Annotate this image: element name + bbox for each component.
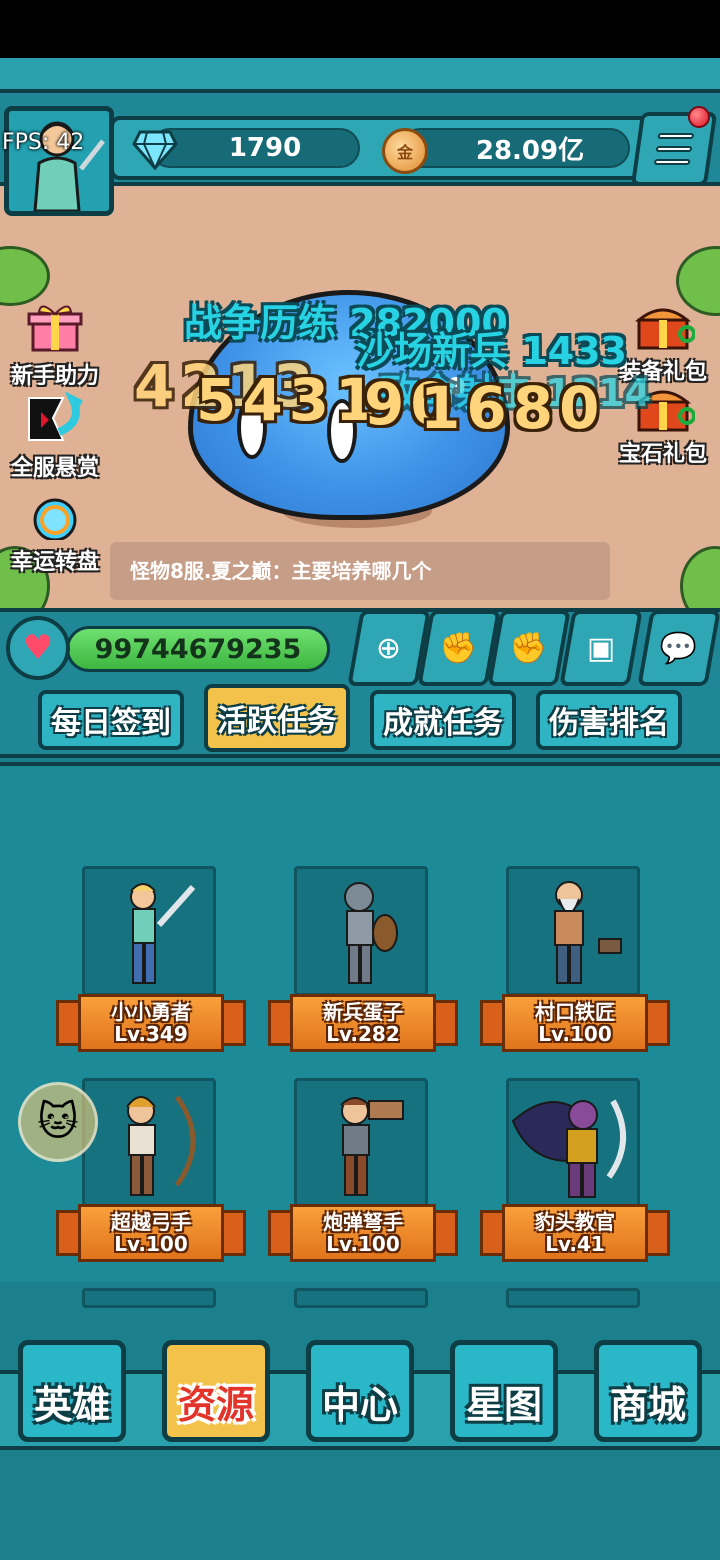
side-label: 新手助力 xyxy=(10,364,99,389)
heart-icon: ♥ xyxy=(6,616,70,680)
cat-pet-icon: 🐱 xyxy=(37,1099,79,1145)
hero-level: Lv.100 xyxy=(326,1232,400,1256)
nav-shop[interactable]: 商城 xyxy=(594,1340,702,1442)
tab-achievements[interactable]: 成就任务 xyxy=(370,690,516,750)
menu-line-icon xyxy=(653,159,691,165)
newbie-help-button[interactable]: 新手助力 xyxy=(0,302,110,390)
fps-counter: FPS: 42 xyxy=(2,130,85,155)
gift-icon xyxy=(27,305,83,352)
hero-name: 超越弓手 xyxy=(111,1210,191,1234)
nav-label: 商城 xyxy=(609,1383,686,1427)
nav-label: 星图 xyxy=(465,1383,542,1427)
gem-count: 1790 xyxy=(228,133,302,163)
player-avatar[interactable] xyxy=(4,106,114,216)
hero-sprite-icon xyxy=(126,1095,196,1196)
nav-label: 资源 xyxy=(177,1383,254,1427)
nav-star-map[interactable]: 星图 xyxy=(450,1340,558,1442)
hero-sprite-icon xyxy=(340,1097,404,1196)
chat-bubble-icon: 💬 xyxy=(660,630,698,666)
nav-center[interactable]: 中心 xyxy=(306,1340,414,1442)
chat-button[interactable]: 💬 xyxy=(637,610,720,686)
hero-name: 村口铁匠 xyxy=(535,1000,615,1024)
nav-label: 英雄 xyxy=(33,1383,110,1427)
damage-number: 5431 xyxy=(196,366,382,434)
hero-sprite-icon xyxy=(344,882,398,984)
hero-card-partial[interactable] xyxy=(294,1288,428,1308)
gold-counter: 28.09亿 xyxy=(400,128,630,168)
hero-level: Lv.41 xyxy=(545,1232,605,1256)
hero-name: 炮弹弩手 xyxy=(323,1210,403,1234)
damage-number: 1680 xyxy=(420,374,606,442)
tab-active-tasks[interactable]: 活跃任务 xyxy=(204,684,350,752)
lucky-wheel-button[interactable]: 幸运转盘 xyxy=(0,494,110,576)
hero-card-archer[interactable] xyxy=(82,1078,216,1208)
hero-ribbon: 豹头教官 Lv.41 xyxy=(480,1204,670,1262)
hero-level: Lv.100 xyxy=(114,1232,188,1256)
gem-counter: 1790 xyxy=(150,128,360,168)
tab-damage-ranking[interactable]: 伤害排名 xyxy=(536,690,682,750)
hero-ribbon: 超越弓手 Lv.100 xyxy=(56,1204,246,1262)
top-frame xyxy=(0,58,720,93)
coin-plus-icon: ⊕ xyxy=(376,630,402,666)
side-label: 幸运转盘 xyxy=(10,550,99,575)
hero-ribbon: 炮弹弩手 Lv.100 xyxy=(268,1204,458,1262)
hero-level: Lv.349 xyxy=(114,1022,188,1046)
fist-button[interactable]: ✊ xyxy=(487,610,571,686)
fist-plus-icon: ✊ xyxy=(440,630,478,666)
gold-count: 28.09亿 xyxy=(475,135,585,166)
chest-icon xyxy=(634,308,696,350)
hero-level: Lv.282 xyxy=(326,1022,400,1046)
floating-pet-button[interactable]: 🐱 xyxy=(18,1082,98,1162)
hero-name: 新兵蛋子 xyxy=(323,1000,403,1024)
nav-heroes[interactable]: 英雄 xyxy=(18,1340,126,1442)
hero-name: 小小勇者 xyxy=(111,1000,191,1024)
hp-bar: 99744679235 xyxy=(66,626,330,672)
bush-decoration xyxy=(0,246,50,306)
hero-sprite-icon xyxy=(130,883,196,984)
server-bounty-button[interactable]: 全服悬赏 xyxy=(0,391,110,482)
hero-card-partial[interactable] xyxy=(82,1288,216,1308)
hero-sprite-icon xyxy=(554,881,622,984)
hero-level: Lv.100 xyxy=(538,1022,612,1046)
menu-line-icon xyxy=(657,133,695,139)
add-chest-button[interactable]: ▣ xyxy=(559,610,643,686)
hero-sprite-icon xyxy=(511,1099,626,1198)
hero-card-leopard[interactable] xyxy=(506,1078,640,1208)
nav-resources[interactable]: 资源 xyxy=(162,1340,270,1442)
hero-card-blacksmith[interactable] xyxy=(506,866,640,996)
coin-icon: 金 xyxy=(382,128,428,174)
nav-label: 中心 xyxy=(321,1383,398,1427)
menu-line-icon xyxy=(655,146,693,152)
side-label: 宝石礼包 xyxy=(618,442,707,467)
hero-ribbon: 村口铁匠 Lv.100 xyxy=(480,994,670,1052)
diamond-icon xyxy=(132,130,178,171)
side-label: 全服悬赏 xyxy=(10,456,99,481)
fist-icon: ✊ xyxy=(510,630,548,666)
hero-card-crossbow[interactable] xyxy=(294,1078,428,1208)
hero-card-brave[interactable] xyxy=(82,866,216,996)
chat-ticker[interactable]: 怪物8服.夏之巅：主要培养哪几个 xyxy=(110,542,610,600)
hero-card-partial[interactable] xyxy=(506,1288,640,1308)
hero-ribbon: 小小勇者 Lv.349 xyxy=(56,994,246,1052)
hero-portrait-icon xyxy=(9,111,109,211)
tab-daily-signin[interactable]: 每日签到 xyxy=(38,690,184,750)
bottom-background xyxy=(0,1450,720,1560)
chest-plus-icon: ▣ xyxy=(586,630,616,666)
hero-name: 豹头教官 xyxy=(535,1210,615,1234)
hero-ribbon: 新兵蛋子 Lv.282 xyxy=(268,994,458,1052)
bounty-flag-icon xyxy=(28,391,83,441)
wheel-icon xyxy=(33,498,77,542)
notification-dot-icon xyxy=(688,106,710,128)
hero-card-recruit[interactable] xyxy=(294,866,428,996)
